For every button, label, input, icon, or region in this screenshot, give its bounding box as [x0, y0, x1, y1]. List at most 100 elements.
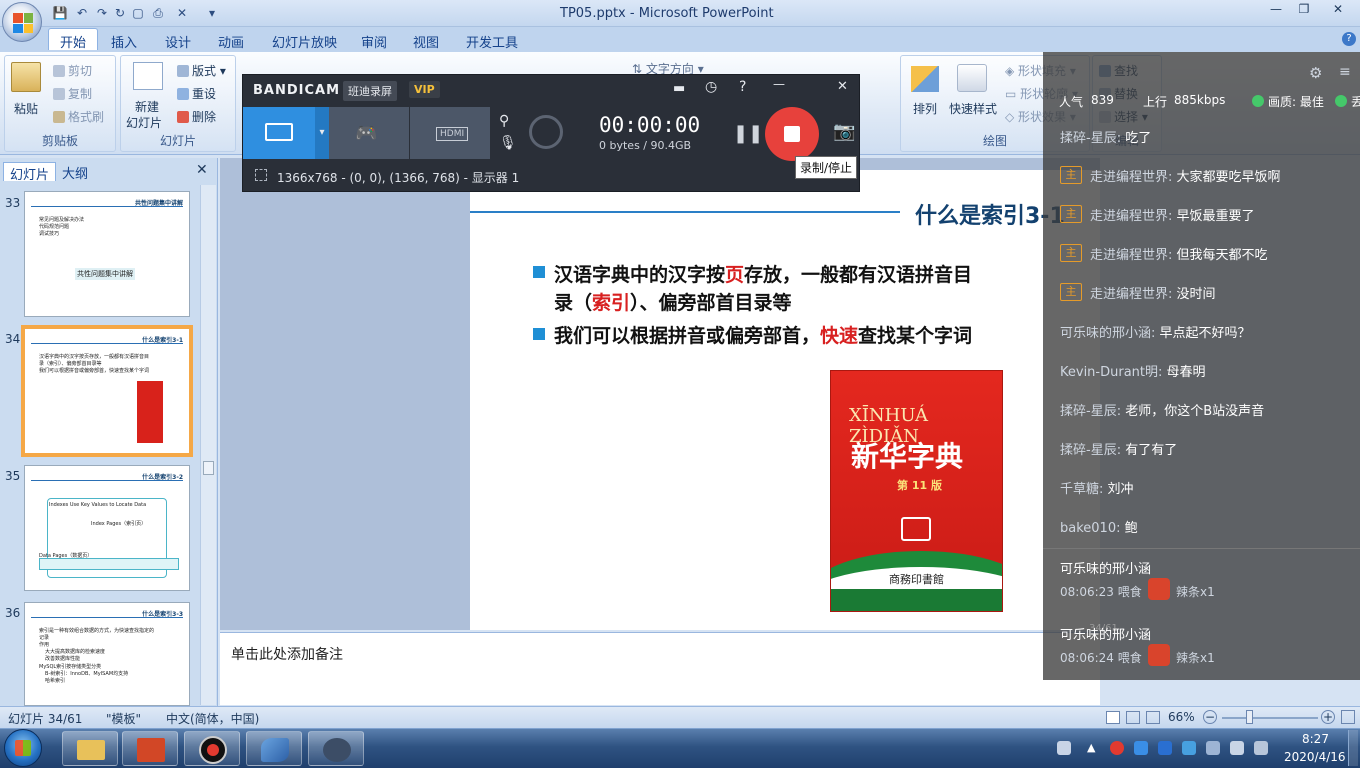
tab-outline-pane[interactable]: 大纲 [56, 162, 94, 182]
panel-close-icon[interactable]: ✕ [196, 162, 208, 178]
volume-icon[interactable] [1230, 741, 1244, 755]
help-button[interactable]: ? [739, 79, 746, 95]
fit-to-window-icon[interactable] [1341, 710, 1355, 724]
bandicam-close-button[interactable]: ✕ [837, 79, 848, 94]
taskbar-bandicam[interactable] [184, 731, 240, 766]
settings-gear-icon[interactable]: ⚙ [1309, 64, 1322, 82]
taskbar-explorer[interactable] [62, 731, 118, 766]
refresh-icon[interactable]: ↻ [112, 5, 128, 21]
sorter-view-icon[interactable] [1126, 711, 1140, 724]
layout-button[interactable]: 版式 ▾ [177, 62, 226, 79]
folder-icon[interactable]: ▬ [673, 81, 685, 96]
zoom-level[interactable]: 66% [1168, 710, 1195, 724]
maximize-button[interactable]: ❐ [1290, 0, 1318, 18]
tray-record-icon[interactable] [1110, 741, 1124, 755]
webcam-icon[interactable] [529, 115, 563, 149]
zoom-in-button[interactable]: + [1321, 710, 1335, 724]
clock-date[interactable]: 2020/4/16 [1284, 750, 1346, 764]
zoom-slider-track[interactable] [1222, 717, 1318, 719]
qat-dropdown-icon[interactable]: ▾ [204, 5, 220, 21]
normal-view-icon[interactable] [1106, 711, 1120, 724]
record-stop-button[interactable] [765, 107, 819, 161]
minimize-button[interactable]: — [1262, 0, 1290, 18]
undo-icon[interactable]: ↶ [74, 5, 90, 21]
vip-badge[interactable]: VIP [409, 81, 440, 98]
copy-button[interactable]: 复制 [53, 85, 92, 102]
help-icon[interactable]: ? [1342, 32, 1356, 46]
print-icon[interactable]: ⎙ [150, 5, 166, 21]
start-button[interactable] [4, 729, 42, 767]
show-desktop-button[interactable] [1348, 730, 1358, 766]
taskbar-powerpoint[interactable] [122, 731, 178, 766]
device-mode-button[interactable]: HDMI [410, 107, 490, 159]
tab-review[interactable]: 审阅 [350, 29, 398, 51]
keyboard-icon[interactable] [1057, 741, 1071, 755]
quick-styles-button[interactable]: 快速样式 [949, 100, 997, 117]
tab-insert[interactable]: 插入 [100, 29, 148, 51]
delete-button[interactable]: 删除 [177, 108, 216, 125]
preview-icon[interactable]: ▢ [130, 5, 146, 21]
tray-app-icon[interactable] [1158, 741, 1172, 755]
game-mode-button[interactable]: 🎮 [329, 107, 409, 159]
tray-network-icon[interactable] [1206, 741, 1220, 755]
microphone-icon[interactable]: 🎙 [499, 135, 517, 151]
screen-mode-button[interactable] [243, 107, 315, 159]
slide-thumbnail-33[interactable]: 共性问题集中讲解 常见问题及解决办法 代码规范问题 调试技巧 共性问题集中讲解 [24, 191, 190, 317]
close-doc-icon[interactable]: ✕ [174, 5, 190, 21]
tab-design[interactable]: 设计 [154, 29, 202, 51]
clock-icon[interactable]: ◷ [705, 79, 717, 95]
redo-icon[interactable]: ↷ [94, 5, 110, 21]
slide-thumbnail-36[interactable]: 什么是索引3-3 索引是一种有效组合数据的方式，为快速查找指定的 记录 作用 大… [24, 602, 190, 706]
tab-slideshow[interactable]: 幻灯片放映 [261, 29, 348, 51]
taskbar-app-dolphin[interactable] [246, 731, 302, 766]
slide-thumbnail-35[interactable]: 什么是索引3-2 Indexes Use Key Values to Locat… [24, 465, 190, 591]
reset-button[interactable]: 重设 [177, 85, 216, 102]
bullet-1-line-2[interactable]: 录（索引）、偏旁部首目录等 [554, 288, 792, 315]
new-slide-button-2[interactable]: 幻灯片 [126, 114, 162, 131]
bullet-1-line-1[interactable]: 汉语字典中的汉字按页存放，一般都有汉语拼音目 [554, 260, 972, 287]
notes-pane[interactable] [220, 632, 1100, 705]
zoom-slider-thumb[interactable] [1246, 710, 1253, 724]
xinhua-dictionary-image[interactable]: XĪNHUÁ ZÌDIǍN 新华字典 第 11 版 商務印書館 [830, 370, 1003, 612]
speaker-mic-icon[interactable]: ⚲ [499, 113, 509, 129]
format-painter-button[interactable]: 格式刷 [53, 108, 104, 125]
theme-name[interactable]: "模板" [106, 710, 141, 727]
scroll-thumb[interactable] [203, 461, 214, 475]
arrange-icon[interactable] [911, 66, 939, 92]
tab-view[interactable]: 视图 [402, 29, 450, 51]
tray-app-icon[interactable] [1182, 741, 1196, 755]
save-icon[interactable]: 💾 [52, 5, 68, 21]
clock-time[interactable]: 8:27 [1302, 732, 1329, 746]
quick-styles-icon[interactable] [957, 64, 987, 92]
chat-message: 揉碎-星辰: 吃了 [1060, 131, 1152, 146]
slides-scrollbar[interactable] [200, 185, 216, 705]
screenshot-camera-icon[interactable]: 📷 [833, 121, 855, 142]
paste-button[interactable]: 粘贴 [14, 100, 38, 117]
new-slide-icon[interactable] [133, 62, 163, 90]
zoom-out-button[interactable]: − [1203, 710, 1217, 724]
cut-button[interactable]: 剪切 [53, 62, 92, 79]
screen-mode-dropdown[interactable]: ▾ [315, 107, 329, 159]
language-indicator[interactable]: 中文(简体，中国) [166, 710, 259, 727]
tab-animation[interactable]: 动画 [207, 29, 255, 51]
arrange-button[interactable]: 排列 [913, 100, 937, 117]
taskbar-app-graduation[interactable] [308, 731, 364, 766]
tray-expand-icon[interactable]: ▲ [1087, 741, 1095, 754]
office-button[interactable] [2, 2, 42, 42]
chat-menu-icon[interactable]: ≡ [1339, 64, 1351, 80]
bullet-2[interactable]: 我们可以根据拼音或偏旁部首，快速查找某个字词 [554, 321, 972, 348]
bandicam-minimize-button[interactable]: — [773, 77, 785, 91]
tab-home[interactable]: 开始 [48, 28, 99, 51]
pause-button[interactable]: ❚❚ [733, 123, 763, 144]
notes-placeholder[interactable]: 单击此处添加备注 [231, 644, 343, 664]
signal-icon[interactable] [1254, 741, 1268, 755]
tab-slides-pane[interactable]: 幻灯片 [3, 162, 57, 183]
new-slide-button[interactable]: 新建 [135, 98, 159, 115]
paste-icon[interactable] [11, 62, 41, 92]
tray-app-icon[interactable] [1134, 741, 1148, 755]
slideshow-view-icon[interactable] [1146, 711, 1160, 724]
close-button[interactable]: ✕ [1318, 0, 1358, 18]
current-slide[interactable] [470, 170, 1100, 630]
tab-developer[interactable]: 开发工具 [455, 29, 529, 51]
slide-thumbnail-34[interactable]: 什么是索引3-1 汉语字典中的汉字按页存放，一般都有汉语拼音目 录（索引）、偏旁… [21, 325, 193, 457]
